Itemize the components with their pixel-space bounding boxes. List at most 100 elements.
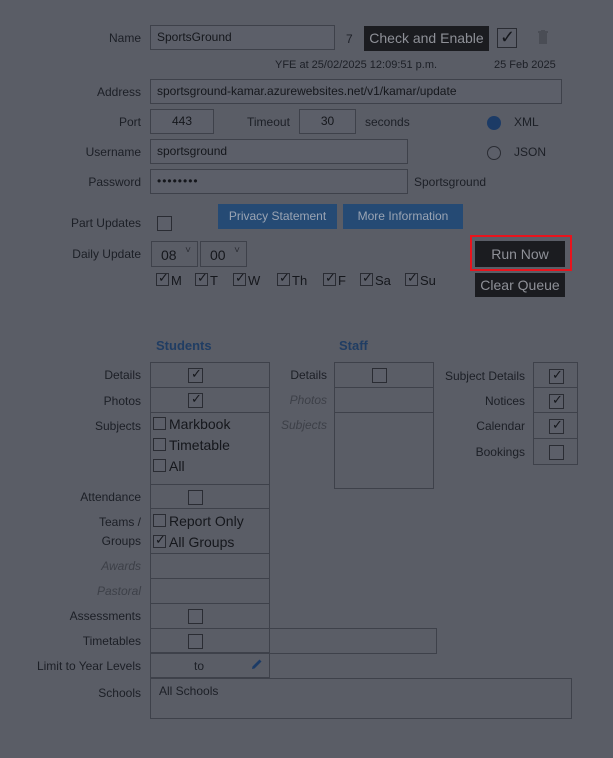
schools-label: Schools [98, 686, 141, 700]
seconds-label: seconds [365, 115, 410, 129]
check-icon: ✓ [279, 270, 290, 285]
timetables-extension-box [270, 628, 437, 654]
name-input[interactable]: SportsGround [150, 25, 335, 50]
check-icon: ✓ [155, 532, 166, 547]
timetable-checkbox[interactable] [153, 438, 166, 451]
minute-value: 00 [210, 247, 226, 263]
hour-select[interactable]: 08 ˅ [151, 241, 198, 267]
timetables-checkbox[interactable] [188, 634, 203, 649]
staff-details-checkbox[interactable] [372, 368, 387, 383]
yfe-timestamp: YFE at 25/02/2025 12:09:51 p.m. [275, 59, 438, 71]
date-text: 25 Feb 2025 [494, 59, 556, 71]
day-checkbox-sa[interactable]: ✓ [360, 270, 373, 286]
groups-label: Groups [101, 534, 141, 548]
subject-details-label: Subject Details [444, 369, 525, 383]
limit-year-levels-label: Limit to Year Levels [36, 659, 141, 673]
port-input[interactable]: 443 [150, 109, 214, 134]
divider [150, 484, 270, 485]
check-icon: ✓ [407, 270, 418, 285]
all-groups-label: All Groups [169, 534, 235, 550]
clear-queue-button[interactable]: Clear Queue [475, 273, 565, 297]
privacy-statement-button[interactable]: Privacy Statement [218, 204, 337, 229]
timeout-input[interactable]: 30 [299, 109, 356, 134]
day-label-t: T [210, 273, 218, 288]
students-heading: Students [156, 338, 212, 353]
check-icon: ✓ [362, 270, 373, 285]
staff-heading: Staff [339, 338, 368, 353]
students-details-checkbox[interactable]: ✓ [188, 367, 203, 383]
students-photos-checkbox[interactable]: ✓ [188, 391, 203, 408]
check-icon: ✓ [191, 391, 202, 406]
calendar-checkbox[interactable]: ✓ [549, 417, 564, 434]
attendance-label: Attendance [80, 490, 141, 504]
more-information-button[interactable]: More Information [343, 204, 463, 229]
day-label-su: Su [420, 273, 436, 288]
calendar-label: Calendar [476, 419, 525, 433]
schools-value: All Schools [159, 684, 219, 698]
divider [150, 553, 270, 554]
day-label-w: W [248, 273, 261, 288]
bookings-checkbox[interactable] [549, 445, 564, 460]
students-top-box [150, 362, 270, 509]
trash-icon[interactable] [538, 30, 548, 44]
pastoral-label: Pastoral [96, 584, 141, 598]
chevron-down-icon: ˅ [185, 245, 191, 256]
part-updates-label: Part Updates [70, 216, 141, 230]
report-only-label: Report Only [169, 513, 244, 529]
day-checkbox-t[interactable]: ✓ [195, 271, 208, 286]
day-checkbox-w[interactable]: ✓ [233, 271, 246, 286]
enabled-checkbox[interactable]: ✓ [497, 27, 517, 48]
subject-details-checkbox[interactable]: ✓ [549, 368, 564, 384]
students-photos-label: Photos [103, 394, 141, 408]
check-enable-button[interactable]: Check and Enable [364, 26, 489, 51]
username-input[interactable]: sportsground [150, 139, 408, 164]
students-subjects-label: Subjects [94, 419, 141, 433]
day-checkbox-f[interactable]: ✓ [323, 270, 336, 286]
attendance-checkbox[interactable] [188, 490, 203, 505]
all-groups-checkbox[interactable]: ✓ [153, 532, 166, 548]
xml-label: XML [514, 115, 539, 129]
json-label: JSON [514, 145, 547, 159]
address-input[interactable]: sportsground-kamar.azurewebsites.net/v1/… [150, 79, 562, 104]
divider [150, 387, 270, 388]
divider [150, 628, 270, 629]
run-now-button[interactable]: Run Now [475, 241, 565, 267]
divider [334, 387, 434, 388]
day-checkbox-m[interactable]: ✓ [156, 271, 169, 286]
timetable-label: Timetable [169, 437, 230, 453]
report-only-checkbox[interactable] [153, 514, 166, 527]
to-label: to [194, 659, 205, 673]
check-icon: ✓ [552, 392, 563, 407]
check-icon: ✓ [500, 27, 516, 47]
staff-subjects-label: Subjects [280, 418, 327, 432]
day-label-f: F [338, 273, 346, 288]
password-owner-text: Sportsground [414, 175, 487, 189]
divider [150, 412, 270, 413]
staff-photos-label: Photos [289, 393, 327, 407]
day-checkbox-su[interactable]: ✓ [405, 270, 418, 286]
students-details-label: Details [104, 368, 141, 382]
all-subjects-label: All [169, 458, 185, 474]
part-updates-checkbox[interactable] [157, 216, 172, 231]
divider [150, 578, 270, 579]
xml-radio[interactable] [487, 116, 501, 130]
notices-checkbox[interactable]: ✓ [549, 392, 564, 409]
check-icon: ✓ [552, 417, 563, 432]
json-radio[interactable] [487, 146, 501, 160]
check-icon: ✓ [325, 270, 336, 285]
teams-label: Teams / [98, 515, 141, 529]
assessments-label: Assessments [69, 609, 141, 623]
password-input[interactable]: •••••••• [150, 169, 408, 194]
assessments-checkbox[interactable] [188, 609, 203, 624]
day-label-sa: Sa [375, 273, 391, 288]
markbook-checkbox[interactable] [153, 417, 166, 430]
divider [150, 603, 270, 604]
pencil-icon[interactable] [251, 658, 263, 670]
day-label-m: M [171, 273, 182, 288]
all-subjects-checkbox[interactable] [153, 459, 166, 472]
divider [533, 438, 578, 439]
day-checkbox-th[interactable]: ✓ [277, 270, 290, 286]
port-label: Port [118, 115, 141, 129]
markbook-label: Markbook [169, 416, 231, 432]
minute-select[interactable]: 00 ˅ [200, 241, 247, 267]
